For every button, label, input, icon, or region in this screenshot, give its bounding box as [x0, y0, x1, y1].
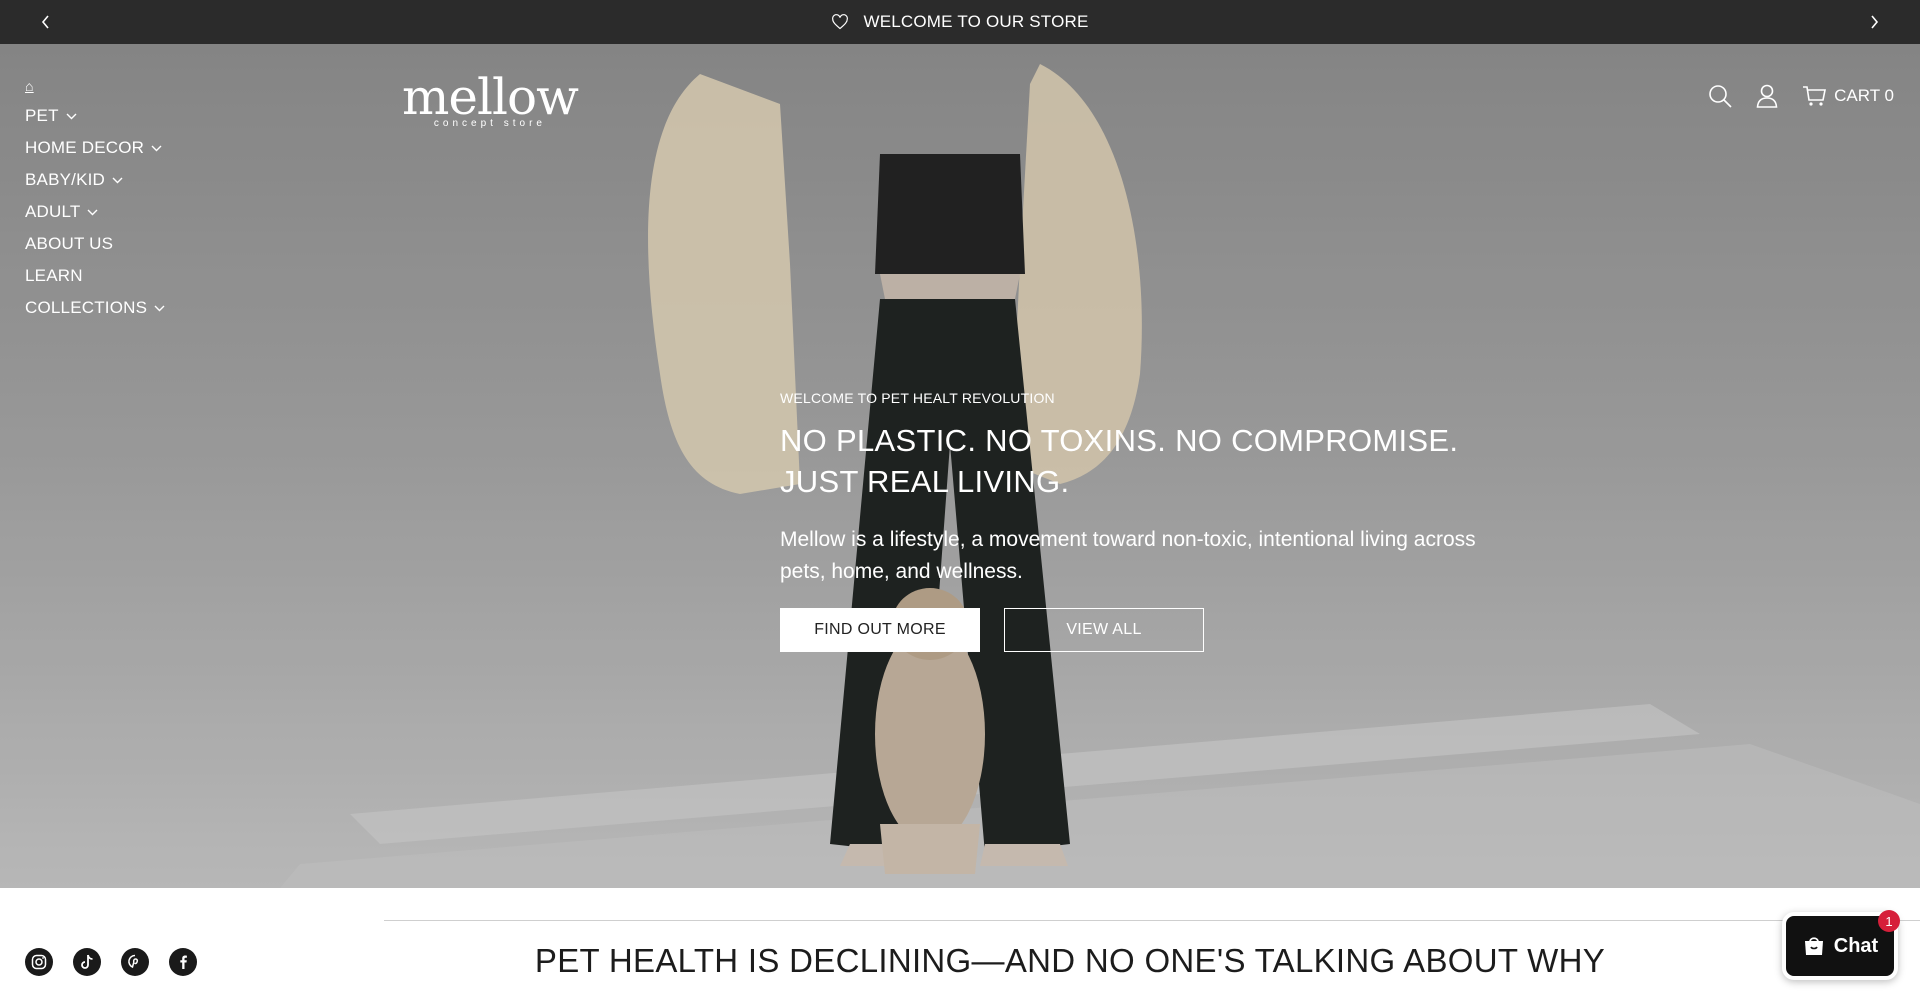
nav-item-label: COLLECTIONS — [25, 298, 148, 317]
nav-item-label: LEARN — [25, 266, 83, 285]
nav-item-home-decor[interactable]: HOME DECOR — [25, 132, 165, 164]
chevron-down-icon — [66, 113, 77, 119]
chevron-down-icon — [151, 145, 162, 151]
cart-label: CART 0 — [1834, 86, 1894, 105]
cart-icon — [1803, 86, 1827, 106]
nav-item-collections[interactable]: COLLECTIONS — [25, 292, 165, 324]
nav-item-label: PET — [25, 106, 59, 125]
nav-item-adult[interactable]: ADULT — [25, 196, 165, 228]
chat-notification-badge: 1 — [1878, 910, 1900, 932]
hero-title: NO PLASTIC. NO TOXINS. NO COMPROMISE. JU… — [780, 423, 1459, 499]
search-button[interactable] — [1708, 84, 1732, 108]
nav-item-about-us[interactable]: ABOUT US — [25, 228, 165, 260]
header-actions: CART 0 — [1708, 84, 1894, 108]
user-icon — [1756, 84, 1778, 108]
nav-item-label: ADULT — [25, 202, 81, 221]
announcement-bar: WELCOME TO OUR STORE — [0, 0, 1920, 44]
chevron-down-icon — [112, 177, 123, 183]
nav-item-pet[interactable]: PET — [25, 100, 165, 132]
nav-item-learn[interactable]: LEARN — [25, 260, 165, 292]
chevron-down-icon — [87, 209, 98, 215]
section-title: PET HEALTH IS DECLINING—AND NO ONE'S TAL… — [534, 942, 1606, 979]
chat-widget-button[interactable]: Chat 1 — [1782, 910, 1900, 980]
cart-button[interactable]: CART 0 — [1802, 85, 1894, 107]
view-all-button[interactable]: VIEW ALL — [1004, 608, 1204, 652]
hero-content: WELCOME TO PET HEALT REVOLUTION NO PLAST… — [780, 390, 1500, 652]
home-link[interactable]: ⌂ — [25, 78, 165, 94]
chevron-left-icon — [41, 15, 49, 29]
announcement-prev-button[interactable] — [24, 0, 68, 44]
heart-icon — [832, 14, 849, 30]
section-divider — [384, 920, 1920, 921]
nav-item-label: HOME DECOR — [25, 138, 145, 157]
chat-label: Chat — [1833, 934, 1879, 957]
search-icon — [1709, 85, 1732, 108]
chevron-right-icon — [1871, 15, 1879, 29]
brand-name: mellow — [402, 68, 579, 126]
hero-description: Mellow is a lifestyle, a movement toward… — [780, 528, 1476, 583]
nav-item-label: BABY/KID — [25, 170, 106, 189]
announcement-next-button[interactable] — [1852, 0, 1896, 44]
nav-item-baby-kid[interactable]: BABY/KID — [25, 164, 165, 196]
nav-item-label: ABOUT US — [25, 234, 114, 253]
main-navigation: ⌂ PET HOME DECOR BABY/KID ADULT ABOUT US… — [25, 78, 165, 324]
announcement-text: WELCOME TO OUR STORE — [863, 12, 1089, 31]
hero-eyebrow: WELCOME TO PET HEALT REVOLUTION — [780, 390, 1055, 406]
chat-bag-icon — [1804, 937, 1823, 955]
brand-logo[interactable]: mellow concept store — [402, 68, 579, 129]
find-out-more-button[interactable]: FIND OUT MORE — [780, 608, 980, 652]
account-button[interactable] — [1756, 84, 1778, 108]
chevron-down-icon — [154, 305, 165, 311]
